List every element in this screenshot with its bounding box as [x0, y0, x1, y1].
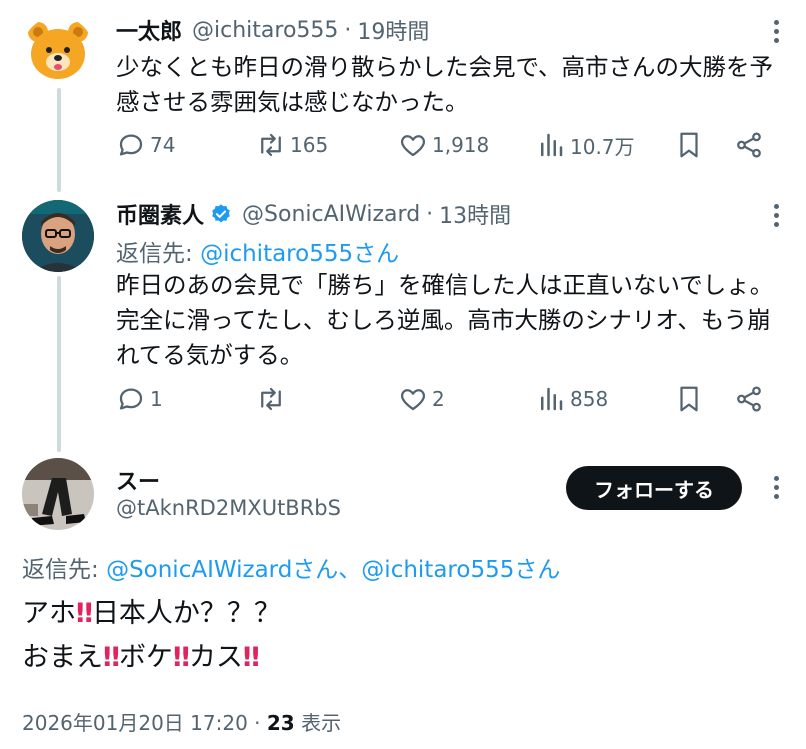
- like-button[interactable]: 1,918: [398, 130, 489, 160]
- user-handle[interactable]: @ichitaro555: [192, 18, 338, 43]
- text-segment: ボケ: [118, 642, 173, 673]
- double-exclamation-icon: ‼: [172, 642, 190, 673]
- tweet-text-line: 昨日のあの会見で「勝ち」を確信した人は正直いないでしょ。: [116, 271, 774, 299]
- avatar[interactable]: [22, 458, 94, 530]
- like-count: 2: [432, 387, 445, 411]
- share-button[interactable]: [734, 130, 764, 160]
- reply-to-link[interactable]: @ichitaro555さん: [200, 241, 399, 267]
- views-button[interactable]: 10.7万: [536, 130, 635, 160]
- bookmark-button[interactable]: [674, 130, 704, 160]
- action-bar: 74 165 1,918 10.7万: [116, 130, 776, 170]
- display-name[interactable]: 币圈素人: [116, 198, 204, 230]
- main-display-name[interactable]: スー: [116, 464, 160, 496]
- retweet-button[interactable]: [256, 384, 290, 414]
- bear-avatar-image: [28, 22, 88, 79]
- action-bar: 1 2 858: [116, 384, 776, 424]
- double-exclamation-icon: ‼: [76, 598, 93, 629]
- views-count: 23: [266, 711, 295, 735]
- more-icon[interactable]: [772, 476, 780, 499]
- retweet-count: 165: [290, 133, 329, 157]
- views-icon: [541, 133, 563, 157]
- avatar[interactable]: [22, 200, 94, 272]
- tweet-text-line: 完全に滑ってたし、むしろ逆風。高市大勝のシナリオ、もう崩: [116, 306, 771, 334]
- bookmark-button[interactable]: [674, 384, 704, 414]
- verified-icon: [212, 204, 230, 223]
- main-tweet-line: おまえ‼ボケ‼カス‼: [22, 636, 281, 680]
- tweet-text: 少なくとも昨日の滑り散らかした会見で、高市さんの大勝を予 感させる雰囲気は感じな…: [116, 50, 773, 120]
- text-segment: 日本人か？？？: [91, 598, 281, 629]
- double-exclamation-icon: ‼: [242, 642, 260, 673]
- reply-to: 返信先: @SonicAIWizardさん、@ichitaro555さん: [22, 550, 560, 584]
- reply-button[interactable]: 1: [116, 384, 163, 414]
- bookmark-icon: [680, 132, 698, 158]
- tweet-meta: 2026年01月20日 17:20 · 23 表示: [22, 707, 341, 736]
- tweet-1[interactable]: 一太郎 @ichitaro555 · 19時間 少なくとも昨日の滑り散らかした会…: [0, 10, 806, 180]
- more-icon[interactable]: [772, 20, 780, 43]
- share-icon: [737, 386, 761, 412]
- separator-dot: ·: [344, 17, 352, 43]
- separator-dot: ·: [426, 201, 434, 227]
- tweet-2[interactable]: 币圈素人 @SonicAIWizard · 13時間 返信先: @ichitar…: [0, 196, 806, 436]
- text-segment: アホ: [22, 598, 76, 629]
- main-tweet-line: アホ‼日本人か？？？: [22, 592, 281, 636]
- retweet-icon: [261, 133, 281, 157]
- man-avatar-image: [22, 200, 94, 272]
- share-button[interactable]: [734, 384, 764, 414]
- reply-button[interactable]: 74: [116, 130, 175, 160]
- share-icon: [737, 132, 761, 158]
- tweet-text-line: れてる気がする。: [116, 341, 304, 369]
- like-count: 1,918: [432, 133, 490, 157]
- tweet-timestamp[interactable]: 2026年01月20日 17:20: [22, 711, 248, 735]
- tweet-text-line: 少なくとも昨日の滑り散らかした会見で、高市さんの大勝を予: [116, 53, 774, 81]
- reply-to-link[interactable]: @SonicAIWizardさん、@ichitaro555さん: [106, 557, 560, 583]
- like-button[interactable]: 2: [398, 384, 445, 414]
- follow-button[interactable]: フォローする: [566, 466, 742, 510]
- like-icon: [400, 135, 426, 157]
- reply-count: 74: [150, 133, 176, 157]
- reply-count: 1: [150, 387, 163, 411]
- main-user-handle[interactable]: @tAknRD2MXUtBRbS: [116, 496, 341, 520]
- like-icon: [400, 389, 426, 411]
- views-icon: [541, 387, 563, 411]
- views-label: 表示: [294, 711, 342, 735]
- tweet-time[interactable]: 13時間: [439, 198, 511, 230]
- text-segment: おまえ: [22, 642, 103, 673]
- tweet-header: 一太郎 @ichitaro555 · 19時間: [116, 14, 429, 46]
- tweet-time[interactable]: 19時間: [357, 14, 429, 46]
- reply-to-prefix: 返信先:: [116, 241, 201, 267]
- views-button[interactable]: 858: [536, 384, 608, 414]
- display-name[interactable]: 一太郎: [116, 14, 182, 46]
- tweet-text-line: 感させる雰囲気は感じなかった。: [116, 88, 469, 116]
- tweet-header: 币圈素人 @SonicAIWizard · 13時間: [116, 198, 511, 230]
- retweet-icon: [261, 387, 281, 411]
- photo-avatar-image: [22, 458, 94, 530]
- reply-to-prefix: 返信先:: [22, 557, 107, 583]
- double-exclamation-icon: ‼: [103, 642, 120, 673]
- separator-dot: ·: [254, 711, 261, 735]
- reply-to: 返信先: @ichitaro555さん: [116, 234, 399, 268]
- reply-icon: [119, 388, 143, 410]
- reply-icon: [119, 134, 143, 156]
- bookmark-icon: [680, 386, 698, 412]
- avatar[interactable]: [22, 16, 94, 88]
- tweet-text: 昨日のあの会見で「勝ち」を確信した人は正直いないでしょ。 完全に滑ってたし、むし…: [116, 268, 773, 373]
- views-count: 10.7万: [570, 134, 635, 159]
- main-tweet-text: アホ‼日本人か？？？ おまえ‼ボケ‼カス‼: [22, 592, 281, 680]
- more-icon[interactable]: [772, 204, 780, 227]
- retweet-button[interactable]: 165: [256, 130, 328, 160]
- views-count: 858: [570, 387, 609, 411]
- user-handle[interactable]: @SonicAIWizard: [242, 202, 420, 227]
- text-segment: カス: [188, 642, 243, 673]
